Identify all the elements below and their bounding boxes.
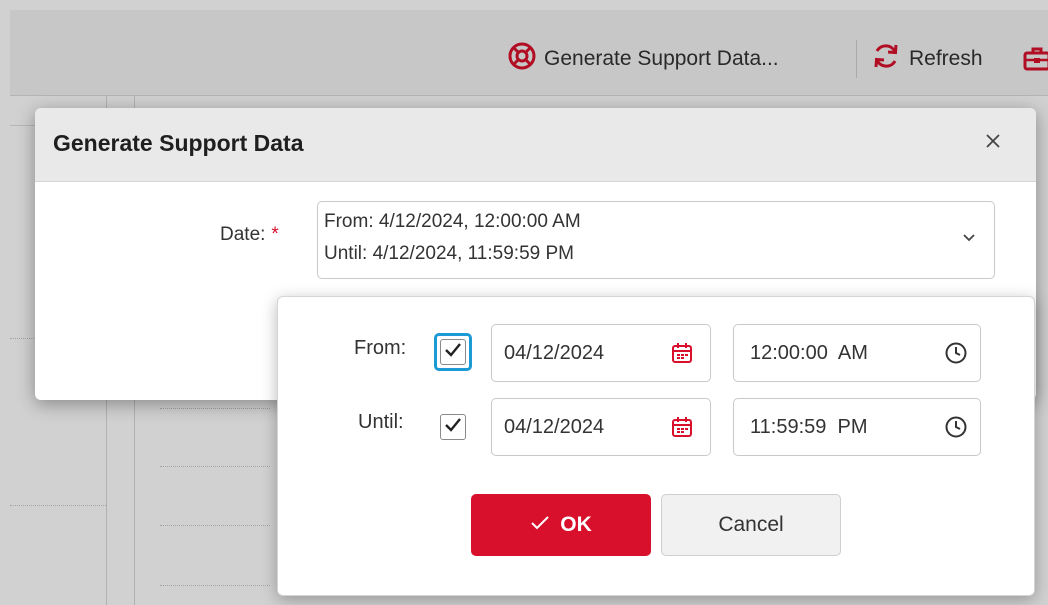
until-date-value[interactable] bbox=[504, 413, 654, 441]
until-time-input[interactable] bbox=[733, 398, 981, 456]
date-range-popup: From: Until: bbox=[277, 296, 1035, 596]
close-icon bbox=[985, 133, 1001, 154]
ok-label: OK bbox=[560, 513, 592, 536]
until-label: Until: bbox=[358, 411, 404, 433]
date-range-dropdown[interactable]: From: 4/12/2024, 12:00:00 AM Until: 4/12… bbox=[317, 201, 995, 279]
dialog-title: Generate Support Data bbox=[53, 130, 304, 156]
date-label: Date: * bbox=[220, 224, 279, 246]
date-label-text: Date: bbox=[220, 224, 266, 245]
from-checkbox[interactable] bbox=[434, 333, 472, 371]
from-time-input[interactable] bbox=[733, 324, 981, 382]
cancel-label: Cancel bbox=[718, 513, 784, 536]
popup-pointer bbox=[643, 282, 671, 296]
check-icon bbox=[444, 417, 462, 438]
clock-icon[interactable] bbox=[944, 341, 968, 370]
from-time-value[interactable] bbox=[750, 339, 930, 367]
check-icon bbox=[444, 342, 462, 363]
from-date-value[interactable] bbox=[504, 339, 654, 367]
required-indicator: * bbox=[271, 224, 279, 245]
check-icon bbox=[530, 513, 550, 537]
calendar-icon[interactable] bbox=[670, 341, 694, 370]
from-label: From: bbox=[354, 337, 407, 359]
until-checkbox[interactable] bbox=[440, 414, 466, 440]
date-summary-until: Until: 4/12/2024, 11:59:59 PM bbox=[324, 243, 574, 264]
from-date-input[interactable] bbox=[491, 324, 711, 382]
dialog-header: Generate Support Data bbox=[35, 108, 1036, 182]
close-button[interactable] bbox=[978, 128, 1008, 158]
calendar-icon[interactable] bbox=[670, 415, 694, 444]
from-checkbox-box bbox=[440, 339, 466, 365]
chevron-down-icon bbox=[961, 229, 977, 250]
until-date-input[interactable] bbox=[491, 398, 711, 456]
clock-icon[interactable] bbox=[944, 415, 968, 444]
ok-button[interactable]: OK bbox=[471, 494, 651, 556]
cancel-button[interactable]: Cancel bbox=[661, 494, 841, 556]
until-time-value[interactable] bbox=[750, 413, 930, 441]
date-summary-from: From: 4/12/2024, 12:00:00 AM bbox=[324, 211, 581, 232]
